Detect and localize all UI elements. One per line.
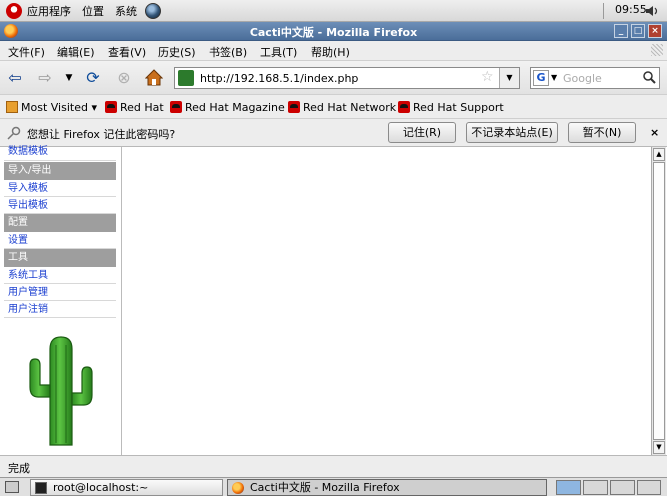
redhat-icon (170, 101, 182, 113)
navigation-toolbar: ⇦ ⇨ ▼ ⟳ ⊗ http://192.168.5.1/index.php ☆… (0, 60, 667, 94)
applications-menu[interactable]: 应用程序 (27, 3, 71, 19)
gnome-top-panel: 应用程序 位置 系统 09:55 (0, 0, 667, 22)
redhat-icon (398, 101, 410, 113)
back-icon[interactable]: ⇦ (6, 69, 24, 87)
close-icon[interactable]: × (648, 24, 662, 38)
forward-icon[interactable]: ⇨ (36, 69, 54, 87)
taskbar-label: root@localhost:~ (53, 481, 149, 494)
close-notification-icon[interactable]: × (650, 126, 659, 139)
workspace-4[interactable] (637, 480, 661, 495)
scroll-thumb[interactable] (653, 162, 665, 440)
not-now-button[interactable]: 暂不(N) (568, 122, 636, 143)
url-text[interactable]: http://192.168.5.1/index.php (200, 72, 358, 85)
home-icon[interactable] (145, 69, 163, 87)
gnome-bottom-panel: root@localhost:~ Cacti中文版 - Mozilla Fire… (0, 477, 667, 496)
never-for-site-button[interactable]: 不记录本站点(E) (466, 122, 558, 143)
search-icon[interactable] (643, 71, 656, 84)
redhat-icon (288, 101, 300, 113)
search-input[interactable]: Google (563, 72, 602, 85)
bookmark-red-hat-network[interactable]: Red Hat Network (288, 101, 396, 114)
sidebar-header-utilities: 工具 (4, 249, 116, 267)
bookmark-red-hat-magazine[interactable]: Red Hat Magazine (170, 101, 285, 114)
url-bar[interactable]: http://192.168.5.1/index.php ☆ ▼ (174, 67, 520, 89)
taskbar-label: Cacti中文版 - Mozilla Firefox (250, 481, 400, 494)
sidebar-item-export-templates[interactable]: 导出模板 (4, 197, 116, 214)
workspace-2[interactable] (583, 480, 608, 495)
stop-icon[interactable]: ⊗ (115, 69, 133, 87)
cacti-sidebar: 数据模板 导入/导出 导入模板 导出模板 配置 设置 工具 系统工具 用户管理 … (4, 147, 122, 455)
bookmarks-toolbar: Most Visited ▾ Red Hat Red Hat Magazine … (0, 94, 667, 119)
menu-view[interactable]: 查看(V) (108, 44, 146, 60)
bookmark-label: Red Hat Magazine (185, 101, 285, 114)
status-text: 完成 (8, 462, 30, 475)
sidebar-item-settings[interactable]: 设置 (4, 232, 116, 249)
redhat-menu-icon[interactable] (6, 3, 22, 19)
sidebar-header-configuration: 配置 (4, 214, 116, 232)
clock[interactable]: 09:55 (615, 3, 647, 16)
places-menu[interactable]: 位置 (82, 3, 104, 19)
key-icon (7, 126, 21, 140)
cacti-logo (29, 336, 93, 446)
remember-password-button[interactable]: 记住(R) (388, 122, 456, 143)
folder-icon (6, 101, 18, 113)
vertical-scrollbar[interactable]: ▲ ▼ (651, 147, 666, 455)
sidebar-header-import-export: 导入/导出 (4, 162, 116, 180)
window-title: Cacti中文版 - Mozilla Firefox (249, 26, 418, 39)
password-prompt-text: 您想让 Firefox 记住此密码吗? (27, 128, 176, 141)
menu-help[interactable]: 帮助(H) (311, 44, 350, 60)
system-menu[interactable]: 系统 (115, 3, 137, 19)
terminal-icon (35, 482, 47, 494)
scroll-up-icon[interactable]: ▲ (653, 148, 665, 161)
bookmark-most-visited[interactable]: Most Visited ▾ (6, 101, 97, 114)
bookmark-label: Red Hat (120, 101, 164, 114)
volume-icon[interactable] (645, 4, 659, 18)
reload-icon[interactable]: ⟳ (84, 69, 102, 87)
bookmark-label: Red Hat Network (303, 101, 397, 114)
menubar: 文件(F) 编辑(E) 查看(V) 历史(S) 书签(B) 工具(T) 帮助(H… (0, 41, 667, 60)
menu-history[interactable]: 历史(S) (158, 44, 196, 60)
sidebar-item-data-templates[interactable]: 数据模板 (4, 147, 116, 161)
taskbar-item-terminal[interactable]: root@localhost:~ (30, 479, 223, 496)
menu-tools[interactable]: 工具(T) (260, 44, 297, 60)
password-notification-bar: 您想让 Firefox 记住此密码吗? 记住(R) 不记录本站点(E) 暂不(N… (0, 119, 667, 147)
window-titlebar[interactable]: Cacti中文版 - Mozilla Firefox _ □ × (0, 22, 667, 41)
search-bar[interactable]: G ▼ Google (530, 67, 660, 89)
google-engine-icon[interactable]: G (533, 70, 549, 86)
sidebar-item-logout-user[interactable]: 用户注销 (4, 301, 116, 318)
workspace-3[interactable] (610, 480, 635, 495)
menu-edit[interactable]: 编辑(E) (57, 44, 95, 60)
status-bar: 完成 (0, 455, 667, 477)
scroll-down-icon[interactable]: ▼ (653, 441, 665, 454)
throbber-icon (651, 44, 663, 56)
bookmark-star-icon[interactable]: ☆ (481, 69, 494, 85)
bookmark-red-hat[interactable]: Red Hat (105, 101, 164, 114)
page-content: 数据模板 导入/导出 导入模板 导出模板 配置 设置 工具 系统工具 用户管理 … (0, 147, 667, 455)
site-identity-icon[interactable] (178, 70, 194, 86)
url-dropdown-icon[interactable]: ▼ (499, 68, 519, 88)
bookmark-red-hat-support[interactable]: Red Hat Support (398, 101, 504, 114)
bookmark-label: Most Visited (21, 101, 88, 114)
sidebar-item-system-utilities[interactable]: 系统工具 (4, 267, 116, 284)
menu-file[interactable]: 文件(F) (8, 44, 45, 60)
menu-bookmarks[interactable]: 书签(B) (209, 44, 247, 60)
web-browser-launcher-icon[interactable] (145, 3, 161, 19)
engine-dropdown-icon[interactable]: ▼ (551, 73, 557, 82)
sidebar-item-user-management[interactable]: 用户管理 (4, 284, 116, 301)
sidebar-item-import-templates[interactable]: 导入模板 (4, 180, 116, 197)
redhat-icon (105, 101, 117, 113)
bookmark-label: Red Hat Support (413, 101, 504, 114)
minimize-icon[interactable]: _ (614, 24, 628, 38)
firefox-icon (232, 482, 244, 494)
panel-separator (603, 3, 604, 19)
maximize-icon[interactable]: □ (631, 24, 645, 38)
show-desktop-icon[interactable] (5, 481, 19, 493)
workspace-1[interactable] (556, 480, 581, 495)
desktop: 应用程序 位置 系统 09:55 Cacti中文版 - Mozilla Fire… (0, 0, 667, 496)
taskbar-item-firefox[interactable]: Cacti中文版 - Mozilla Firefox (227, 479, 547, 496)
history-dropdown-icon[interactable]: ▼ (60, 69, 78, 87)
